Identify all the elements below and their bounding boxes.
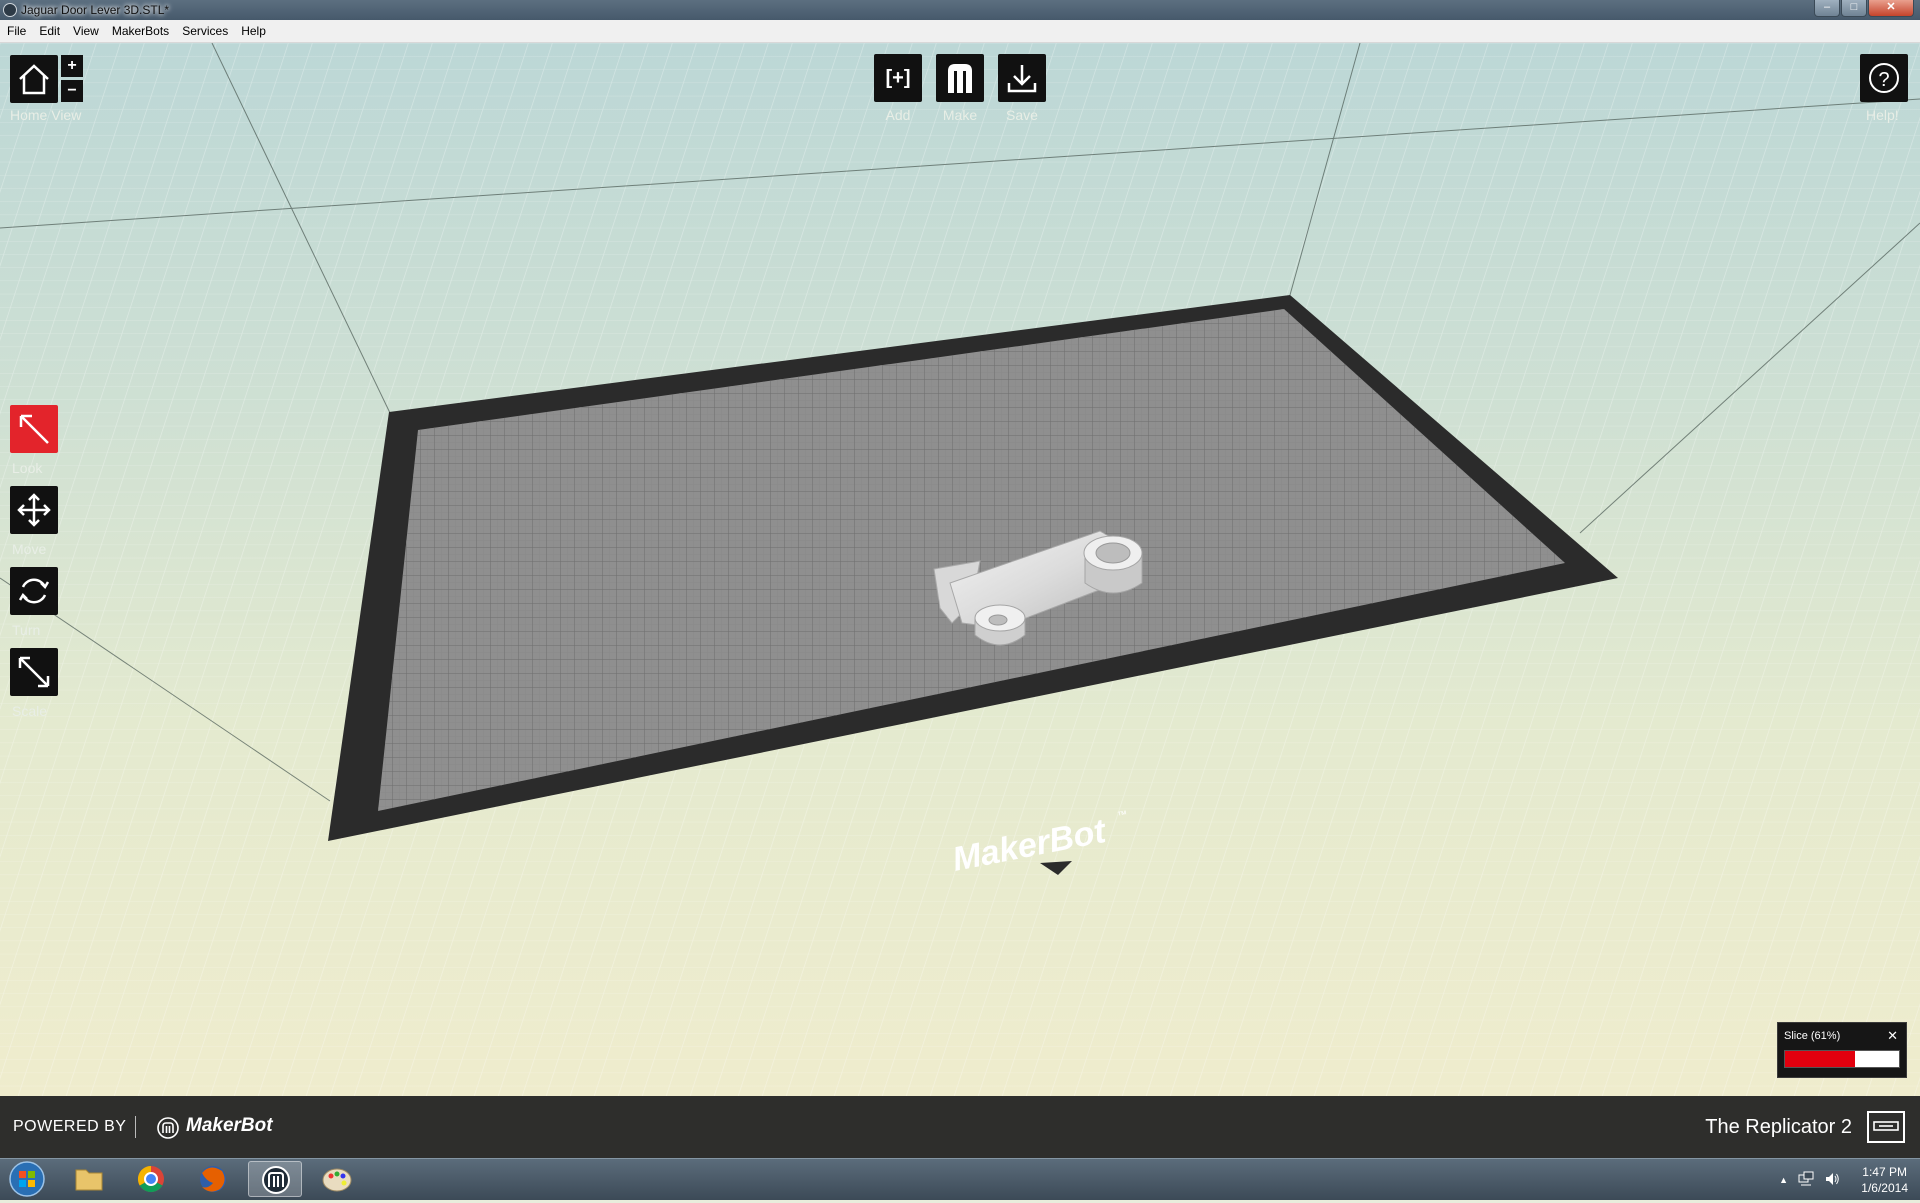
chrome-icon xyxy=(137,1165,164,1193)
footer-divider xyxy=(135,1116,136,1138)
footer-bar: POWERED BY MakerBot The Replicator 2 xyxy=(0,1096,1920,1158)
scale-label: Scale xyxy=(12,703,48,719)
firefox-icon xyxy=(200,1166,226,1192)
svg-text:™: ™ xyxy=(1117,809,1129,822)
volume-icon[interactable] xyxy=(1824,1171,1840,1187)
add-icon: [+] xyxy=(885,66,911,89)
tray-expand-icon[interactable]: ▲ xyxy=(1779,1171,1788,1189)
add-button[interactable]: [+] xyxy=(874,54,922,102)
folder-icon xyxy=(75,1169,103,1191)
minimize-button[interactable]: – xyxy=(1814,0,1840,17)
turn-tool-button[interactable] xyxy=(10,567,58,615)
download-icon xyxy=(1007,65,1037,93)
taskbar-chrome[interactable] xyxy=(124,1161,178,1197)
move-tool-button[interactable] xyxy=(10,486,58,534)
home-view-label: Home View xyxy=(10,107,82,123)
home-view-button[interactable] xyxy=(10,55,58,103)
makerbot-logo-icon xyxy=(157,1117,179,1139)
slice-progress-fill xyxy=(1785,1051,1855,1067)
printer-connection-icon[interactable] xyxy=(1866,1110,1906,1144)
window-title: Jaguar Door Lever 3D.STL* xyxy=(21,3,170,17)
make-label: Make xyxy=(942,107,978,123)
slice-cancel-button[interactable]: ✕ xyxy=(1887,1028,1898,1044)
maximize-button[interactable]: □ xyxy=(1841,0,1867,17)
start-button[interactable] xyxy=(3,1160,51,1198)
clock-time: 1:47 PM xyxy=(1862,1165,1907,1179)
system-tray: ▲ xyxy=(1779,1171,1840,1189)
turn-label: Turn xyxy=(12,622,41,638)
window-controls: – □ ✕ xyxy=(1813,0,1914,18)
makerware-icon xyxy=(262,1166,290,1194)
paint-palette-icon xyxy=(322,1168,352,1192)
move-label: Move xyxy=(12,541,47,557)
title-bar: Jaguar Door Lever 3D.STL* – □ ✕ xyxy=(0,0,1920,20)
question-icon: ? xyxy=(1869,63,1899,93)
taskbar-clock[interactable]: 1:47 PM 1/6/2014 xyxy=(1861,1164,1908,1196)
taskbar-makerware[interactable] xyxy=(248,1161,302,1197)
make-button[interactable] xyxy=(936,54,984,102)
help-button[interactable]: ? xyxy=(1860,54,1908,102)
menu-help[interactable]: Help xyxy=(234,24,272,38)
help-label: Help! xyxy=(1866,107,1899,123)
taskbar-firefox[interactable] xyxy=(186,1161,240,1197)
taskbar-explorer[interactable] xyxy=(62,1161,116,1197)
menu-services[interactable]: Services xyxy=(175,24,234,38)
menu-makerbots[interactable]: MakerBots xyxy=(105,24,175,38)
makerbot-app-icon xyxy=(3,3,17,17)
look-label: Look xyxy=(12,460,43,476)
save-button[interactable] xyxy=(998,54,1046,102)
scale-tool-button[interactable] xyxy=(10,648,58,696)
home-icon xyxy=(19,64,49,95)
menu-file[interactable]: File xyxy=(0,24,32,38)
turn-arrows-icon xyxy=(18,578,50,604)
menu-bar: File Edit View MakerBots Services Help xyxy=(0,20,1920,43)
printer-name[interactable]: The Replicator 2 xyxy=(1705,1116,1852,1139)
close-button[interactable]: ✕ xyxy=(1868,0,1914,17)
zoom-in-button[interactable]: + xyxy=(61,55,83,77)
footer-brand: MakerBot xyxy=(186,1115,273,1136)
network-icon[interactable] xyxy=(1798,1171,1814,1187)
slice-progress-bar xyxy=(1784,1050,1900,1068)
slice-progress-label: Slice (61%) xyxy=(1784,1030,1841,1042)
clock-date: 1/6/2014 xyxy=(1861,1181,1908,1195)
build-volume-scene: MakerBot ™ xyxy=(0,43,1920,1096)
powered-by-text: POWERED BY xyxy=(13,1118,127,1135)
windows-taskbar: ▲ 1:47 PM 1/6/2014 xyxy=(0,1158,1920,1200)
add-label: Add xyxy=(885,107,911,123)
look-arrow-icon xyxy=(19,414,49,444)
look-tool-button[interactable] xyxy=(10,405,58,453)
menu-edit[interactable]: Edit xyxy=(32,24,66,38)
slice-progress-panel: Slice (61%) ✕ xyxy=(1777,1022,1907,1078)
scale-arrow-icon xyxy=(18,656,50,688)
move-arrows-icon xyxy=(17,493,51,527)
makerbot-m-icon xyxy=(948,64,972,93)
build-viewport[interactable]: MakerBot ™ + − Home View [+] Add Make Sa… xyxy=(0,43,1920,1096)
save-label: Save xyxy=(1006,107,1038,123)
zoom-out-button[interactable]: − xyxy=(61,80,83,102)
menu-view[interactable]: View xyxy=(66,24,105,38)
taskbar-paint[interactable] xyxy=(310,1161,364,1197)
